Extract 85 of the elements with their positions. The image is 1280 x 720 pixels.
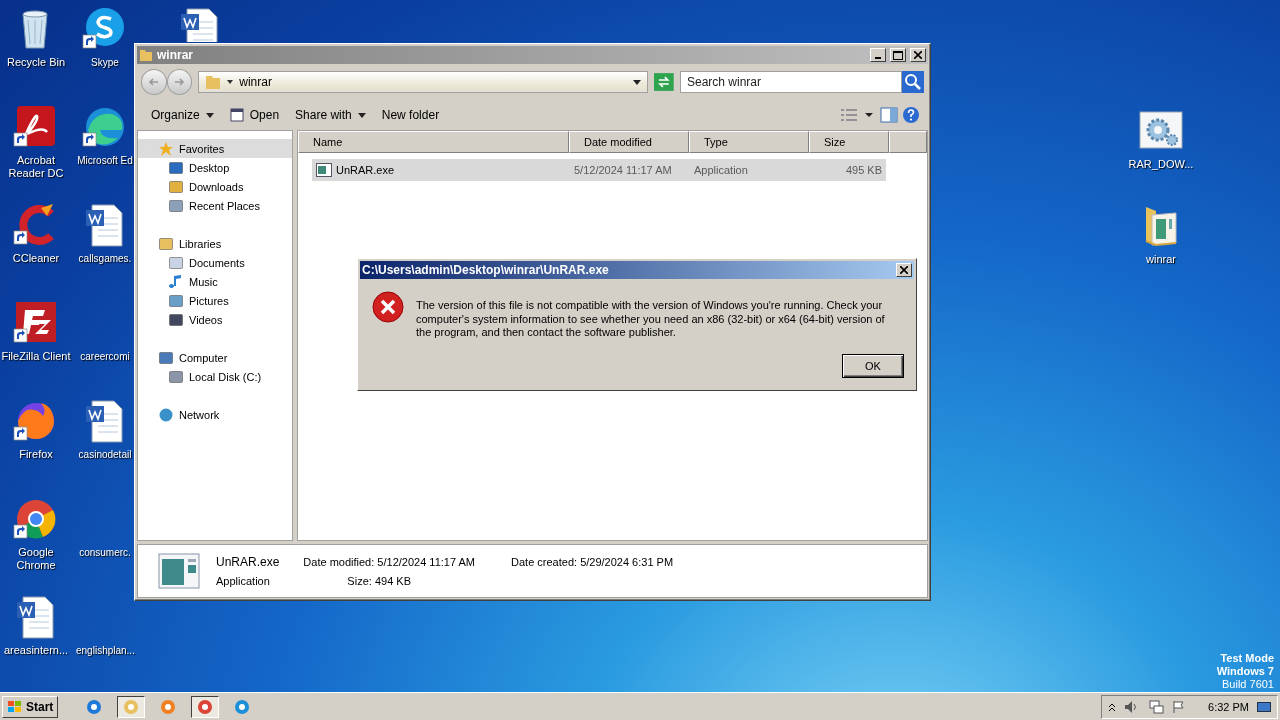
minimize-button[interactable] — [870, 48, 886, 62]
help-icon[interactable] — [902, 106, 920, 124]
window-title: winrar — [157, 48, 194, 62]
dropdown-caret-icon — [357, 112, 366, 118]
desktop-icon-label[interactable]: casinodetail — [78, 448, 132, 461]
taskbar-app-button[interactable] — [117, 695, 146, 718]
toolbar-button[interactable]: Share with — [289, 105, 372, 125]
system-watermark-text: Windows 7 — [1216, 665, 1274, 678]
column-header[interactable]: Size — [809, 131, 889, 153]
nav-item[interactable]: Desktop — [138, 158, 292, 177]
desktop-icon-label[interactable]: CCleaner — [12, 252, 60, 265]
desktop-icon-label[interactable]: RAR_DOW... — [1128, 158, 1194, 171]
nav-item[interactable]: Local Disk (C:) — [138, 367, 292, 386]
detail-text: Date modified: 5/12/2024 11:17 AM — [303, 556, 475, 568]
refresh-icon[interactable] — [654, 73, 674, 91]
toolbar-button[interactable]: Organize — [145, 105, 220, 125]
desktop-icon-label[interactable]: Acrobat Reader DC — [1, 154, 71, 180]
file-row[interactable]: UnRAR.exe 5/12/2024 11:17 AM Application 495 KB — [312, 159, 886, 181]
dropdown-caret-icon[interactable] — [633, 79, 642, 85]
show-desktop-icon[interactable] — [1257, 699, 1271, 714]
desktop-icon-label[interactable]: englishplan... — [76, 644, 134, 657]
desktop-icon-label[interactable]: Firefox — [19, 448, 53, 461]
column-header[interactable]: Name — [298, 131, 569, 153]
desktop-icon-label[interactable]: consumerc. — [79, 546, 131, 559]
address-bar[interactable]: winrar — [198, 71, 649, 93]
toolbar-button[interactable]: New folder — [375, 105, 446, 125]
desktop-icon-label[interactable]: Skype — [91, 56, 119, 69]
desktop-icon-label[interactable]: Google Chrome — [1, 546, 71, 572]
desktop-icon-label[interactable]: FileZilla Client — [1, 350, 71, 363]
arrow-right-icon — [173, 76, 186, 88]
close-icon — [914, 51, 922, 59]
nav-item[interactable]: Downloads — [138, 177, 292, 196]
system-watermark-text: Test Mode — [1220, 652, 1274, 665]
close-button[interactable] — [896, 263, 912, 277]
desktop-icon-label[interactable]: Microsoft Ed — [77, 154, 133, 167]
file-name: UnRAR.exe — [216, 555, 280, 569]
nav-item[interactable]: Network — [138, 405, 292, 424]
nav-item[interactable]: Videos — [138, 310, 292, 329]
flag-icon[interactable] — [1172, 699, 1187, 714]
maximize-button[interactable] — [890, 48, 906, 62]
nav-item[interactable]: Music — [138, 272, 292, 291]
detail-text: Date created: 5/29/2024 6:31 PM — [511, 556, 674, 568]
desktop-icon-label[interactable]: callsgames. — [78, 252, 132, 265]
desktop-icon-label[interactable]: winrar — [1146, 253, 1176, 266]
clock[interactable]: 6:32 PM — [1208, 700, 1249, 713]
dialog-title: C:\Users\admin\Desktop\winrar\UnRAR.exe — [362, 263, 610, 277]
search-field[interactable]: Search winrar — [680, 71, 902, 93]
application-icon — [316, 163, 332, 177]
toolbar-button[interactable]: Open — [223, 105, 286, 125]
column-header[interactable]: Date modified — [569, 131, 689, 153]
desktop-icon-label[interactable]: areasintern... — [3, 644, 69, 657]
column-header[interactable]: Type — [689, 131, 809, 153]
windows-flag-icon — [7, 699, 23, 714]
nav-item[interactable]: Favorites — [138, 139, 292, 158]
dropdown-caret-icon — [205, 112, 214, 118]
arrow-left-icon — [147, 76, 160, 88]
chevron-icon — [227, 80, 234, 84]
close-icon — [900, 266, 908, 274]
error-message: The version of this file is not compatible with the version of Windows you're running. Check your computer's system information to see whether you need an x86 (32-bit) or x64 (64-bit) version of the program, and then contact the software publisher. — [416, 298, 886, 340]
maximize-icon — [893, 50, 903, 60]
nav-item[interactable]: Recent Places — [138, 196, 292, 215]
column-header[interactable] — [889, 131, 927, 153]
star-icon — [158, 140, 174, 157]
detail-text: Size: 494 KB — [346, 575, 412, 587]
address-text: winrar — [239, 75, 273, 89]
application-icon — [158, 553, 200, 589]
error-icon — [372, 291, 404, 323]
music-note-icon — [168, 273, 184, 290]
chevron-up-icon[interactable] — [1108, 701, 1117, 712]
nav-item[interactable]: Documents — [138, 253, 292, 272]
start-button[interactable]: Start — [2, 695, 59, 718]
ok-button[interactable]: OK — [842, 354, 904, 378]
close-button[interactable] — [910, 48, 926, 62]
taskbar-app-button[interactable] — [191, 695, 220, 718]
nav-item[interactable]: Pictures — [138, 291, 292, 310]
search-icon[interactable] — [902, 71, 924, 93]
desktop-icon-label[interactable]: Recycle Bin — [6, 56, 66, 69]
server-app-icon[interactable] — [13, 300, 59, 346]
desktop-icon-label[interactable]: careercomi — [80, 350, 130, 363]
system-watermark-text: Build 7601 — [1222, 678, 1274, 691]
network-icon[interactable] — [1148, 699, 1165, 714]
file-type: Application — [216, 575, 271, 587]
window-icon — [229, 108, 244, 122]
nav-item[interactable]: Libraries — [138, 234, 292, 253]
nav-item[interactable]: Computer — [138, 348, 292, 367]
